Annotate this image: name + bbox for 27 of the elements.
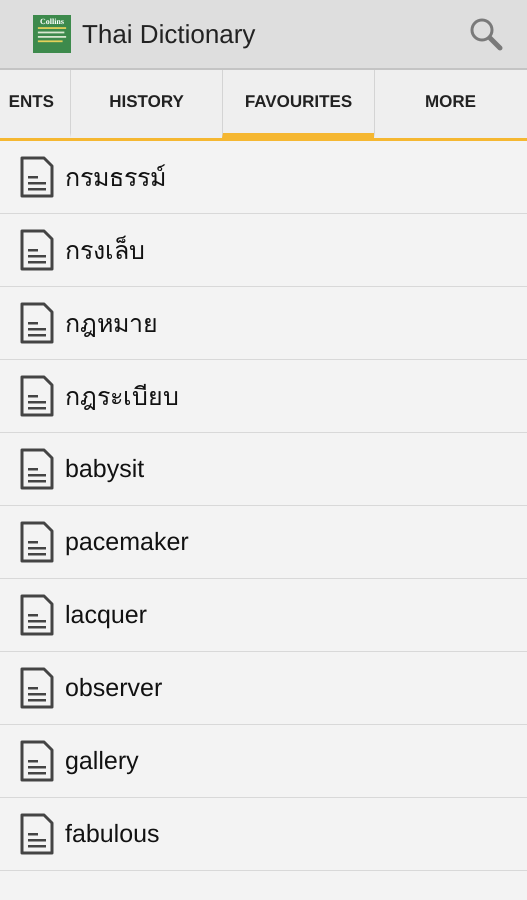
favourite-item[interactable]: กรมธรรม์ bbox=[0, 141, 527, 214]
document-icon bbox=[20, 813, 54, 855]
favourite-item[interactable]: fabulous bbox=[0, 798, 527, 871]
favourite-item[interactable]: กรงเล็บ bbox=[0, 214, 527, 287]
document-icon bbox=[20, 448, 54, 490]
search-icon[interactable] bbox=[469, 17, 503, 51]
tab[interactable]: ENTS bbox=[0, 70, 70, 138]
document-icon bbox=[20, 156, 54, 198]
tab[interactable]: MORE bbox=[374, 70, 526, 138]
document-icon bbox=[20, 667, 54, 709]
favourite-item[interactable]: pacemaker bbox=[0, 506, 527, 579]
document-icon bbox=[20, 740, 54, 782]
favourite-item[interactable]: lacquer bbox=[0, 579, 527, 652]
favourite-item[interactable]: babysit bbox=[0, 433, 527, 506]
favourite-item[interactable]: gallery bbox=[0, 725, 527, 798]
favourite-item[interactable]: กฎระเบียบ bbox=[0, 360, 527, 433]
favourite-item[interactable]: observer bbox=[0, 652, 527, 725]
tab[interactable]: FAVOURITES bbox=[222, 70, 374, 138]
logo-text: Collins bbox=[40, 17, 64, 26]
app-title: Thai Dictionary bbox=[82, 18, 256, 50]
document-icon bbox=[20, 375, 54, 417]
document-icon bbox=[20, 594, 54, 636]
document-icon bbox=[20, 229, 54, 271]
favourite-item[interactable]: กฎหมาย bbox=[0, 287, 527, 360]
document-icon bbox=[20, 521, 54, 563]
tab[interactable]: HISTORY bbox=[70, 70, 222, 138]
document-icon bbox=[20, 302, 54, 344]
